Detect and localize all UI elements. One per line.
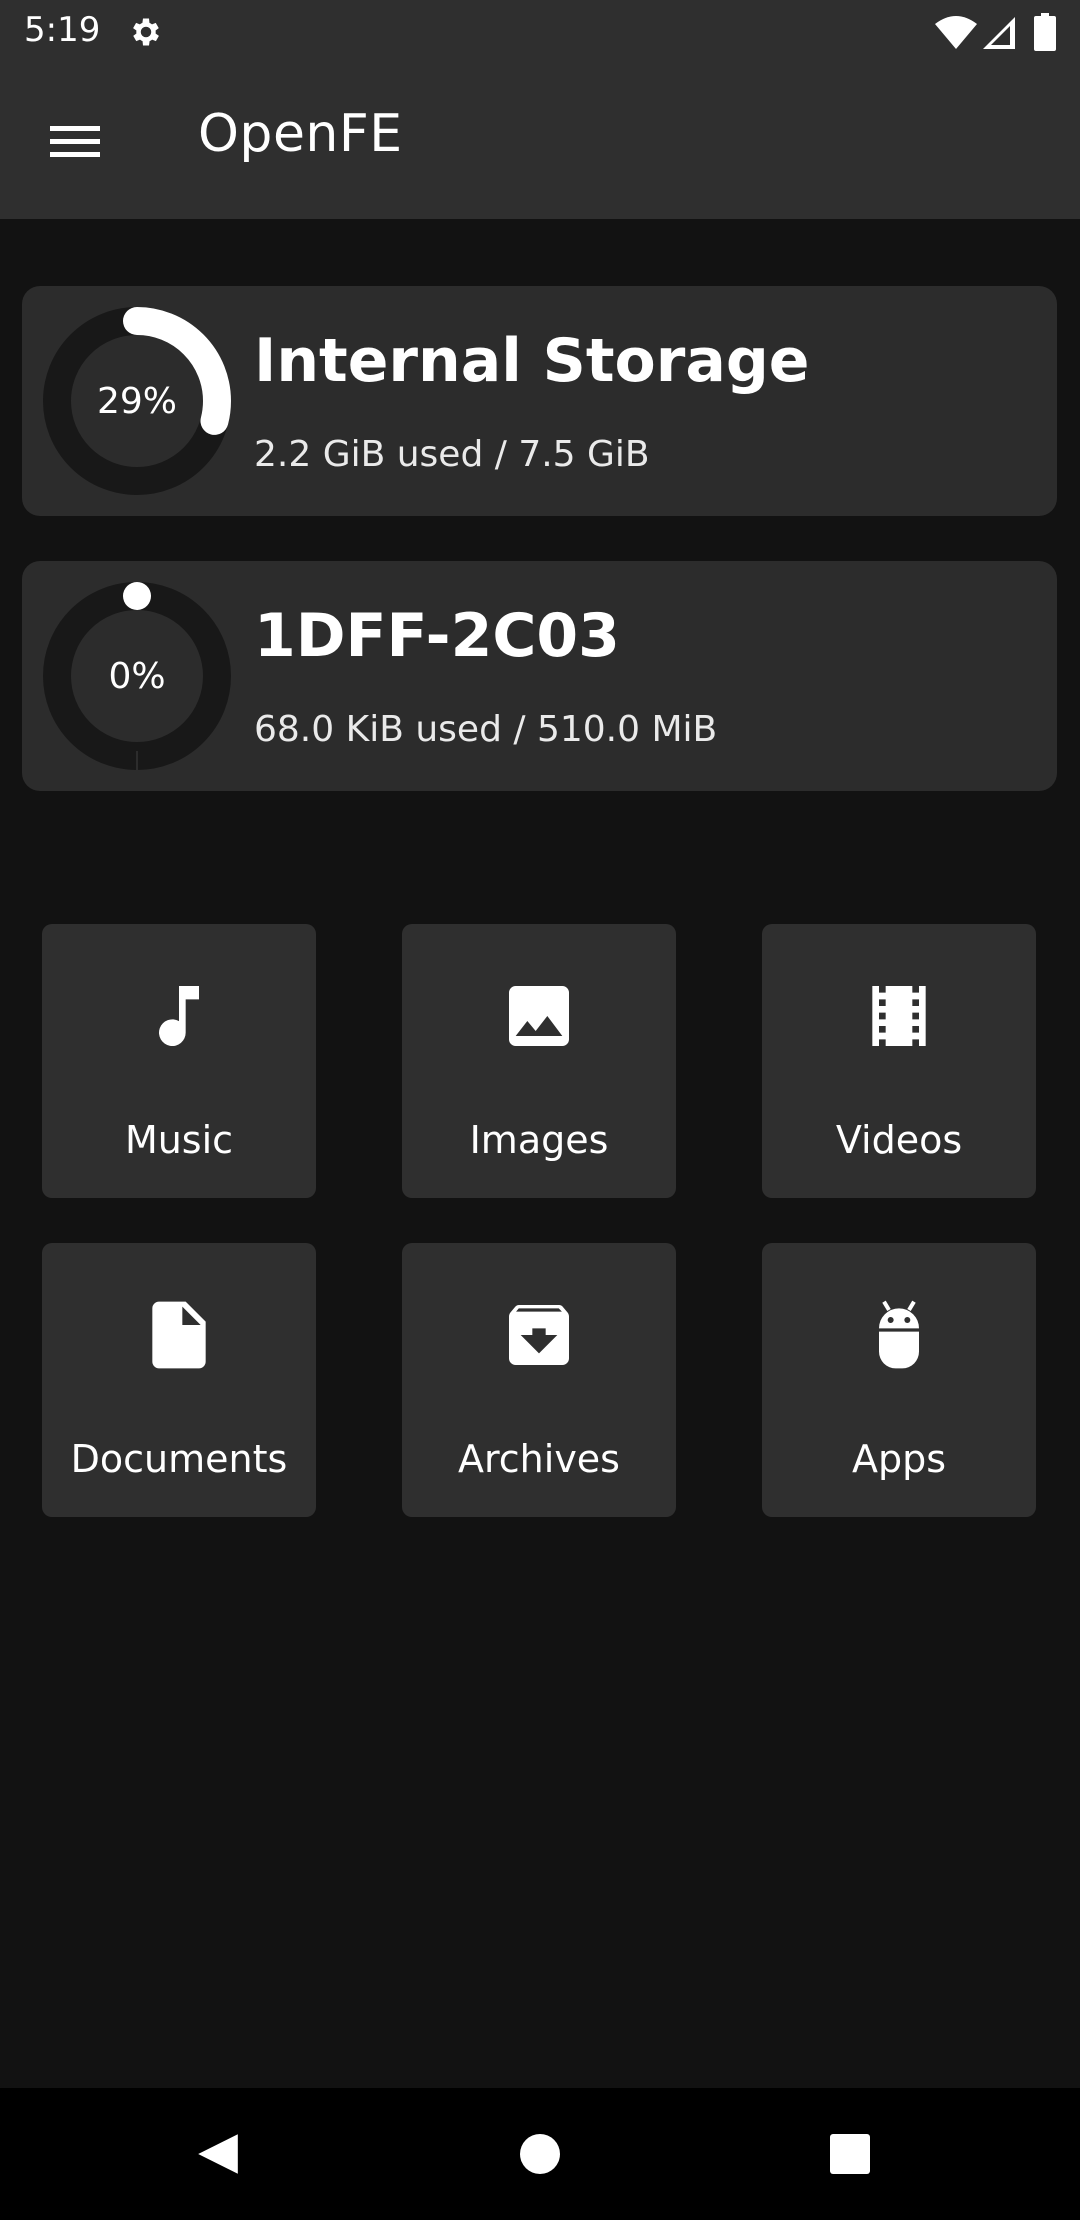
category-videos[interactable]: Videos xyxy=(762,924,1036,1198)
storage-name: Internal Storage xyxy=(254,326,810,396)
back-icon[interactable] xyxy=(188,2118,260,2190)
category-label: Archives xyxy=(458,1437,620,1481)
usage-percent: 29% xyxy=(96,380,177,422)
category-documents[interactable]: Documents xyxy=(42,1243,316,1517)
gear-icon xyxy=(133,18,159,46)
status-bar: 5:19 xyxy=(0,0,1080,66)
storage-card-internal[interactable]: 29% Internal Storage 2.2 GiB used / 7.5 … xyxy=(22,286,1057,516)
top-bar: 5:19 OpenFE xyxy=(0,0,1080,219)
home-icon[interactable] xyxy=(504,2118,576,2190)
system-nav-bar xyxy=(0,2088,1080,2220)
document-icon xyxy=(152,1301,206,1369)
category-label: Images xyxy=(469,1118,609,1162)
category-apps[interactable]: Apps xyxy=(762,1243,1036,1517)
battery-icon xyxy=(1034,13,1056,51)
film-icon xyxy=(872,986,926,1046)
storage-name: 1DFF-2C03 xyxy=(254,601,620,671)
storage-usage: 68.0 KiB used / 510.0 MiB xyxy=(254,709,718,750)
hamburger-menu-icon[interactable] xyxy=(44,114,110,168)
android-icon xyxy=(879,1300,919,1369)
status-time: 5:19 xyxy=(24,10,101,50)
image-icon xyxy=(509,986,569,1046)
category-label: Documents xyxy=(70,1437,288,1481)
wifi-icon xyxy=(935,16,977,49)
category-archives[interactable]: Archives xyxy=(402,1243,676,1517)
category-label: Apps xyxy=(851,1437,947,1481)
archive-icon xyxy=(509,1304,569,1365)
music-note-icon xyxy=(159,986,199,1047)
category-label: Music xyxy=(124,1118,234,1162)
signal-icon xyxy=(983,17,1015,49)
storage-card-sd[interactable]: 0% 1DFF-2C03 68.0 KiB used / 510.0 MiB xyxy=(22,561,1057,791)
storage-usage: 2.2 GiB used / 7.5 GiB xyxy=(254,434,650,475)
recents-icon[interactable] xyxy=(814,2118,886,2190)
app-title: OpenFE xyxy=(198,104,403,164)
category-music[interactable]: Music xyxy=(42,924,316,1198)
category-images[interactable]: Images xyxy=(402,924,676,1198)
category-label: Videos xyxy=(835,1118,963,1162)
usage-percent: 0% xyxy=(108,655,166,697)
